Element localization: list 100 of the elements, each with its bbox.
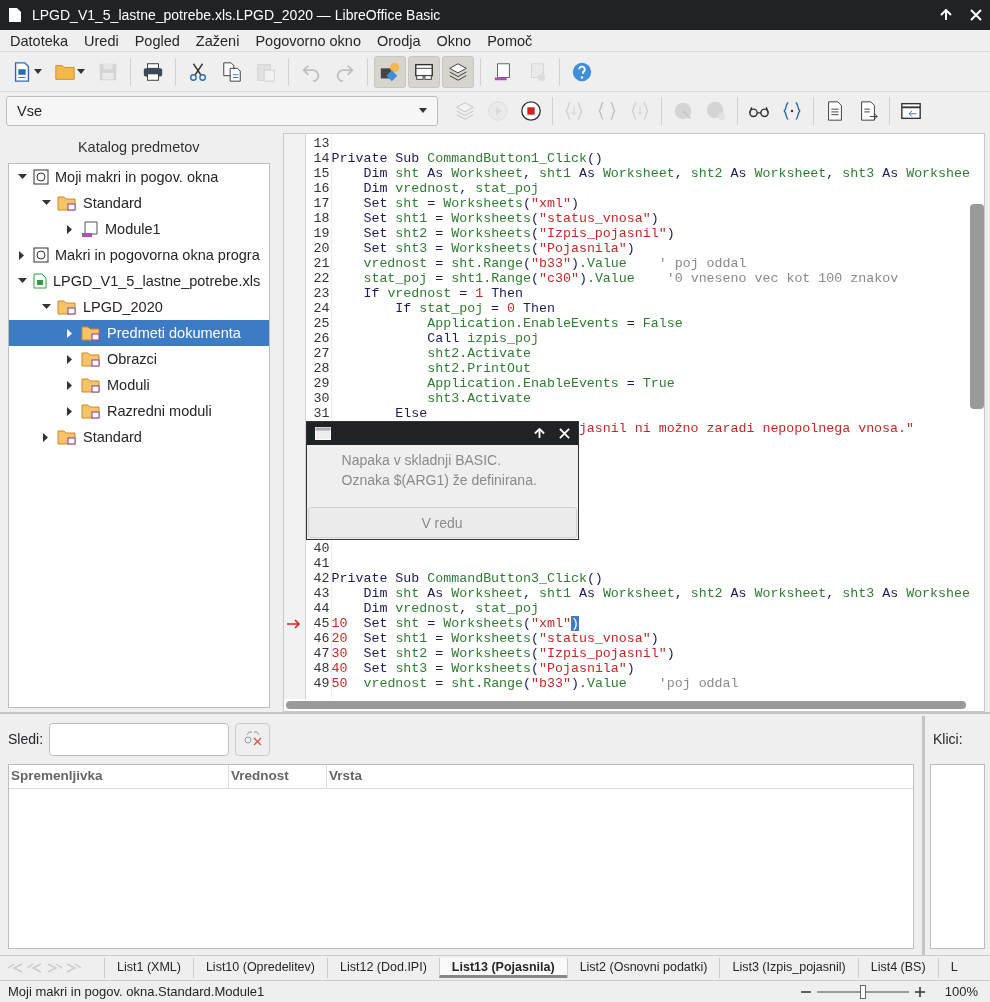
zoom-level: 100% [943,984,978,999]
toolbar-button[interactable] [408,55,440,88]
tree-item[interactable]: Moji makri in pogov. okna [9,164,269,190]
window-icon [900,100,922,122]
menu-item[interactable]: Pomoč [479,32,541,49]
code-line: If vrednost = 1 Then [362,286,524,301]
scrollbar-thumb[interactable] [970,204,984,409]
tree-item[interactable]: Razredni moduli [9,398,269,424]
caret-icon [419,108,427,114]
tree-label: LPGD_V1_5_lastne_potrebe.xls [53,273,261,289]
tree-item[interactable]: LPGD_V1_5_lastne_potrebe.xls [9,268,269,294]
remove-watch-button[interactable] [235,722,271,756]
code-line: Dim vrednost, stat_poj [362,601,539,616]
code-line: 20 Set sht1 = Worksheets("status_vnosa") [331,631,659,646]
sheet-tab[interactable]: List3 (Izpis_pojasnil) [719,958,858,978]
line-number: 22 [312,271,331,286]
column-header: Vrsta [328,767,364,785]
tree-label: Obrazci [107,351,157,367]
line-number: 13 [312,136,331,151]
library-icon [33,169,49,185]
sheet-tab[interactable]: List1 (XML) [104,958,193,978]
copy-icon [221,60,243,83]
collapse-caret-icon [67,328,73,338]
code-line: Application.EnableEvents = False [426,316,683,331]
braces-arrow-icon [563,100,585,122]
sheet-tab[interactable]: List10 (Opredelitev) [192,958,327,978]
line-number: 20 [312,241,331,256]
braces-arrow-icon [629,100,651,122]
gear-circle-icon [705,100,727,122]
up-arrow-icon [533,428,545,439]
code-line: Dim vrednost, stat_poj [362,181,539,196]
folder-icon [81,325,101,341]
code-line: 50 vrednost = sht.Range("b33").Value 'poj oddal [331,676,739,691]
tree-label: Moji makri in pogov. okna [55,169,219,185]
menu-item[interactable]: Orodja [369,32,429,49]
line-number: 31 [312,406,331,421]
tree-item[interactable]: Predmeti dokumenta [9,320,269,346]
code-line: stat_poj = sht1.Range("c30").Value '0 vneseno vec kot 100 znakov [362,271,899,286]
tree-label: Predmeti dokumenta [107,325,241,341]
toolbar-button[interactable] [442,55,474,88]
module-icon [81,220,99,238]
menu-item[interactable]: Pogovorno okno [247,32,369,49]
line-number: 27 [312,346,331,361]
glasses-cross-icon [243,731,262,747]
folder-icon [81,403,101,419]
tree-item[interactable]: Makri in pogovorna okna progra [9,242,269,268]
code-line: vrednost = sht.Range("b33").Value ' poj oddal [362,256,747,271]
line-number: 15 [312,166,331,181]
line-number: 23 [312,286,331,301]
sheet-tab[interactable]: List4 (BS) [857,958,938,978]
sheet-tab[interactable]: List13 (Pojasnila) [438,958,567,978]
tree-label: Moduli [107,377,150,393]
toolbar-button[interactable] [374,55,406,88]
code-line: If stat_poj = 0 Then [394,301,555,316]
code-line: Dim sht As Worksheet, sht1 As Worksheet, sht2 As Worksheet, sht3 As Workshee [362,166,970,181]
line-number: 44 [312,601,331,616]
collapse-caret-icon [67,406,73,416]
watch-field[interactable] [49,722,230,756]
code-line: Set sht2 = Worksheets("Izpis_pojasnil") [362,226,675,241]
code-line: sht3.Activate [426,391,531,406]
tree-item[interactable]: Obrazci [9,346,269,372]
expand-caret-icon [41,200,51,206]
layers-icon [447,60,469,83]
code-line: Set sht = Worksheets("xml") [362,196,579,211]
code-line: sht2.PrintOut [426,361,531,376]
caret-icon [34,68,42,75]
tree-item[interactable]: Standard [9,190,269,216]
menu-item[interactable]: Datoteka [2,32,77,49]
menu-item[interactable]: Pogled [126,32,188,49]
folder-icon [57,429,77,445]
stop-icon [520,100,542,122]
sheet-tab[interactable]: L [937,958,970,978]
library-dropdown[interactable]: Vse [6,96,438,126]
error-message: Oznaka $(ARG1) že definirana. [341,471,538,490]
code-line: Call izpis_poj [426,331,539,346]
tree-item[interactable]: Module1 [9,216,269,242]
document-icon [8,7,22,23]
cursor-circle-icon [672,100,694,122]
scrollbar-thumb[interactable] [285,701,966,709]
code-line: jasnil ni možno zaradi nepopolnega vnosa." [578,421,914,436]
window-icon [314,427,331,440]
code-line: sht2.Activate [426,346,531,361]
tree-item[interactable]: Moduli [9,372,269,398]
menu-item[interactable]: Zaženi [187,32,248,49]
line-number: 24 [312,301,331,316]
shapes-icon [379,60,401,83]
line-number: 45 [312,616,331,631]
expand-caret-icon [41,304,51,310]
line-number: 28 [312,361,331,376]
line-number: 48 [312,661,331,676]
sheet-tab[interactable]: List12 (Dod.IPI) [327,958,439,978]
slider-thumb[interactable] [859,984,866,999]
tree-label: Module1 [105,221,161,237]
tree-item[interactable]: LPGD_2020 [9,294,269,320]
menu-item[interactable]: Uredi [76,32,127,49]
line-number: 25 [312,316,331,331]
menu-item[interactable]: Okno [428,32,480,49]
tree-item[interactable]: Standard [9,424,269,450]
sheet-tab[interactable]: List2 (Osnovni podatki) [566,958,720,978]
line-number: 46 [312,631,331,646]
